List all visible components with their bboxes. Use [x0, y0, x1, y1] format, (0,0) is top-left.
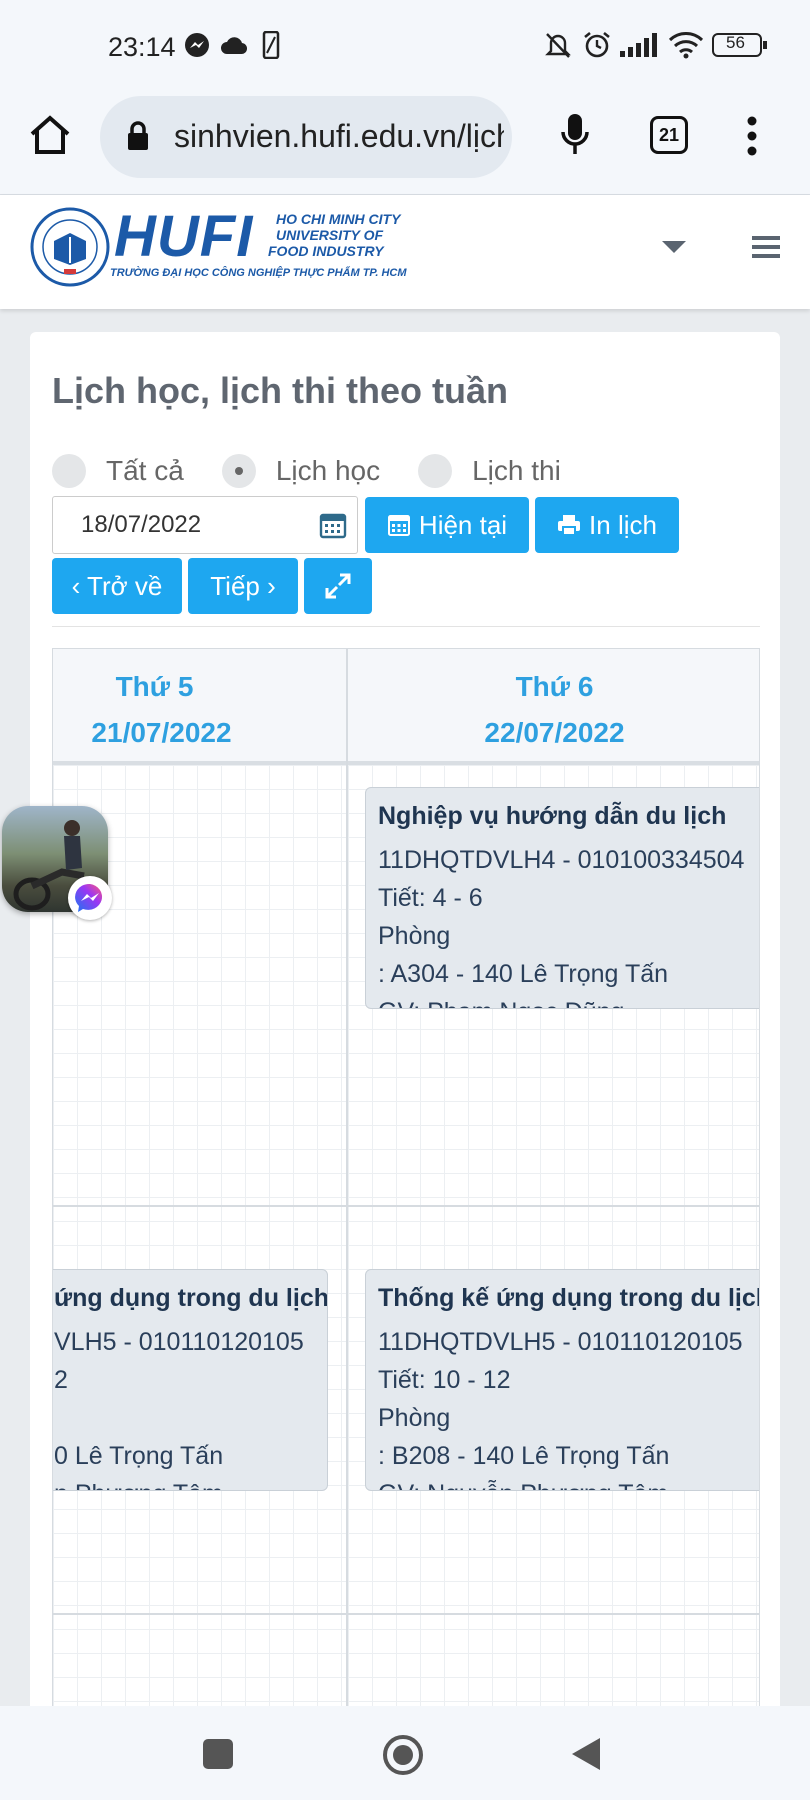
session-separator — [53, 1205, 759, 1207]
radio-exam[interactable] — [418, 454, 453, 488]
event-period: 2 — [54, 1366, 68, 1394]
event-room: 0 Lê Trọng Tấn — [54, 1442, 224, 1470]
event-period: Tiết: 10 - 12 — [378, 1366, 511, 1394]
home-button[interactable] — [382, 1734, 424, 1781]
current-week-button[interactable]: Hiện tại — [365, 497, 529, 553]
class-event[interactable]: Thống kế ứng dụng trong du lịch 11DHQTDV… — [365, 1269, 760, 1491]
dropdown-caret-icon[interactable] — [660, 239, 688, 260]
radio-exam-label[interactable]: Lịch thi — [472, 455, 561, 487]
event-teacher: n Phương Tâm — [54, 1475, 315, 1490]
event-room: : B208 - 140 Lê Trọng Tấn — [378, 1442, 670, 1470]
event-room: : A304 - 140 Lê Trọng Tấn — [378, 960, 669, 988]
event-room-label — [64, 1399, 315, 1437]
printer-icon — [558, 515, 581, 536]
battery-level: 56 — [726, 33, 745, 52]
status-time: 23:14 — [108, 32, 176, 62]
event-title: Thống kế ứng dụng trong du lịch — [378, 1284, 760, 1312]
event-title: Nghiệp vụ hướng dẫn du lịch — [378, 802, 727, 830]
tab-switcher-button[interactable]: 21 — [650, 116, 688, 154]
fullscreen-button[interactable] — [304, 558, 372, 614]
calendar-icon — [319, 513, 346, 539]
class-event[interactable]: Nghiệp vụ hướng dẫn du lịch 11DHQTDVLH4 … — [365, 787, 759, 1009]
event-title: ứng dụng trong du lịch — [54, 1284, 328, 1312]
event-code: VLH5 - 010110120105 — [54, 1328, 304, 1356]
column-day: Thứ 6 — [515, 671, 594, 702]
event-code: 11DHQTDVLH5 - 010110120105 — [378, 1328, 743, 1356]
column-header-friday: Thứ 6 22/07/2022 — [348, 649, 759, 765]
current-week-label: Hiện tại — [418, 509, 508, 540]
radio-study-label[interactable]: Lịch học — [276, 455, 380, 487]
class-event[interactable]: ứng dụng trong du lịch VLH5 - 0101101201… — [53, 1269, 328, 1491]
expand-icon — [325, 573, 351, 599]
browser-toolbar: sinhvien.hufi.edu.vn/lịch 21 — [0, 88, 810, 195]
event-room-label: Phòng — [378, 922, 451, 950]
tab-count: 21 — [658, 124, 680, 145]
lock-icon — [126, 120, 150, 157]
column-date: 21/07/2022 — [91, 717, 232, 748]
date-input[interactable]: 18/07/2022 — [52, 496, 309, 554]
column-date: 22/07/2022 — [484, 717, 625, 748]
address-bar[interactable]: sinhvien.hufi.edu.vn/lịch — [100, 96, 512, 178]
messenger-notification-icon — [184, 30, 210, 60]
university-seal-icon — [30, 207, 110, 287]
event-room-label: Phòng — [378, 1404, 451, 1432]
schedule-card: Lịch học, lịch thi theo tuần Tất cả Lịch… — [30, 332, 780, 1722]
logo-hufi-text: HUFI — [114, 204, 254, 269]
previous-week-button[interactable]: ‹ Trở về — [52, 558, 182, 614]
schedule-filter-group: Tất cả Lịch học Lịch thi — [52, 454, 599, 488]
site-header: HUFI HO CHI MINH CITY UNIVERSITY OF FOOD… — [0, 195, 810, 309]
logo-subtitle-1: HO CHI MINH CITY — [276, 211, 401, 227]
column-day: Thứ 5 — [115, 671, 194, 702]
print-label: In lịch — [589, 509, 657, 540]
messenger-badge-icon — [68, 876, 112, 920]
calendar-icon — [387, 515, 410, 536]
wifi-icon — [668, 30, 704, 60]
recents-button[interactable] — [202, 1738, 234, 1775]
event-period: Tiết: 4 - 6 — [378, 884, 483, 912]
hamburger-menu-icon[interactable] — [752, 235, 780, 264]
radio-all-label[interactable]: Tất cả — [106, 455, 184, 487]
event-teacher: GV: Phạm Ngọc Dũng — [378, 993, 759, 1008]
more-menu-icon[interactable] — [746, 116, 758, 161]
divider — [52, 626, 760, 627]
next-week-button[interactable]: Tiếp › — [188, 558, 298, 614]
logo-vietnamese-name: TRƯỜNG ĐẠI HỌC CÔNG NGHIỆP THỰC PHẨM TP.… — [110, 267, 407, 279]
home-icon[interactable] — [28, 114, 72, 161]
calendar-picker-button[interactable] — [308, 496, 358, 554]
session-separator — [53, 1613, 759, 1615]
weekly-schedule-grid: Thứ 5 21/07/2022 Thứ 6 22/07/2022 Nghiệp… — [52, 648, 760, 1722]
logo-subtitle-3: FOOD INDUSTRY — [268, 243, 384, 259]
site-logo[interactable]: HUFI HO CHI MINH CITY UNIVERSITY OF FOOD… — [30, 203, 410, 289]
battery-icon: 56 — [712, 30, 768, 60]
status-bar: 23:14 56 — [0, 0, 810, 88]
system-navigation-bar — [0, 1706, 810, 1800]
cloud-icon — [220, 30, 248, 60]
print-schedule-button[interactable]: In lịch — [535, 497, 679, 553]
microphone-icon[interactable] — [560, 112, 590, 161]
alarm-icon — [582, 30, 612, 60]
mute-bell-icon — [544, 30, 572, 60]
url-text: sinhvien.hufi.edu.vn/lịch — [174, 118, 504, 154]
radio-all[interactable] — [52, 454, 86, 488]
signal-icon — [620, 30, 660, 60]
phone-icon — [262, 30, 280, 60]
column-header-thursday: Thứ 5 21/07/2022 — [53, 649, 346, 765]
page-title: Lịch học, lịch thi theo tuần — [52, 370, 508, 411]
event-teacher: GV: Nguyễn Phương Tâm — [378, 1475, 759, 1490]
radio-study[interactable] — [221, 454, 256, 488]
logo-subtitle-2: UNIVERSITY OF — [276, 227, 384, 243]
back-button[interactable] — [570, 1736, 602, 1777]
event-code: 11DHQTDVLH4 - 010100334504 — [378, 846, 745, 874]
